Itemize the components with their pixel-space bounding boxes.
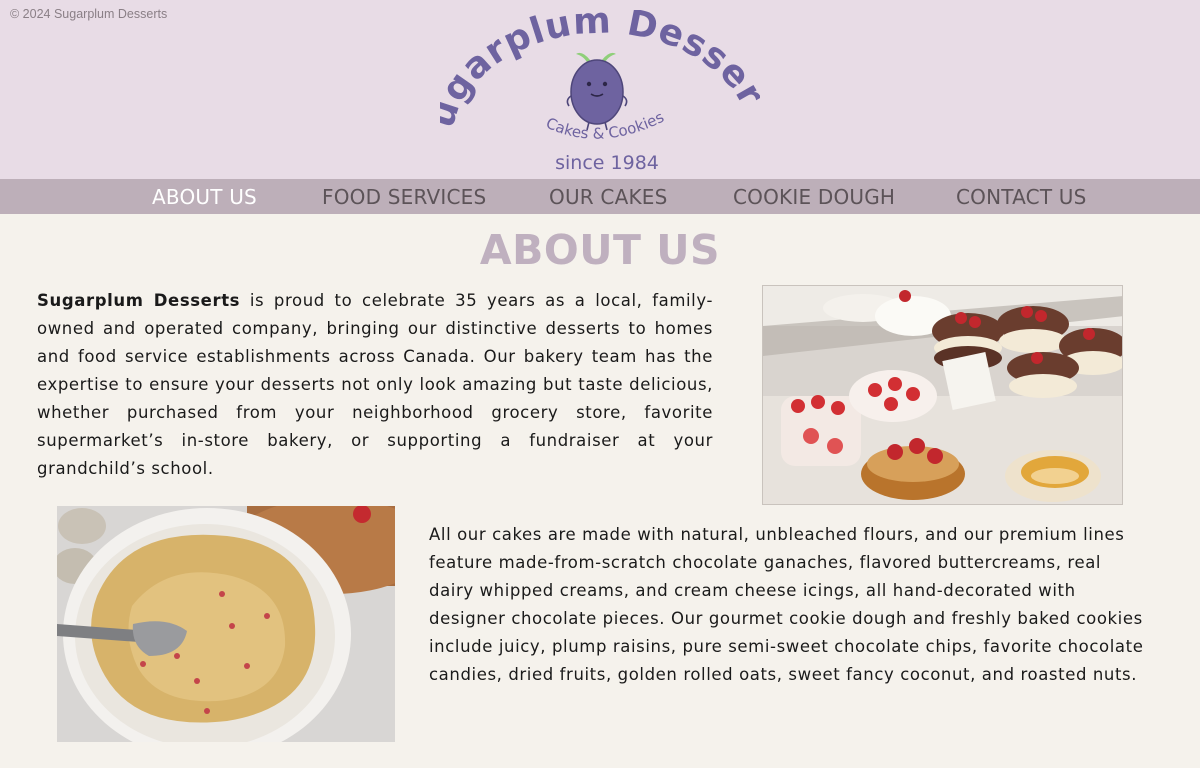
cake-display-case-photo (762, 285, 1123, 505)
intro-text: is proud to celebrate 35 years as a loca… (37, 291, 713, 478)
plum-mascot-icon (566, 52, 628, 131)
nav-item-about-us[interactable]: ABOUT US (152, 185, 257, 209)
cookie-dough-bowl-photo (57, 506, 395, 742)
nav-item-contact-us[interactable]: CONTACT US (956, 185, 1087, 209)
nav-item-food-services[interactable]: FOOD SERVICES (322, 185, 486, 209)
page-title: ABOUT US (479, 226, 721, 274)
since-text: since 1984 (555, 152, 659, 174)
nav-item-cookie-dough[interactable]: COOKIE DOUGH (733, 185, 895, 209)
main-nav: ABOUT US FOOD SERVICES OUR CAKES COOKIE … (0, 179, 1200, 214)
site-header: © 2024 Sugarplum Desserts Sugarplum Dess… (0, 0, 1200, 179)
intro-brand-name: Sugarplum Desserts (37, 291, 241, 310)
copyright-text: © 2024 Sugarplum Desserts (10, 7, 168, 21)
intro-paragraph: Sugarplum Desserts is proud to celebrate… (37, 287, 713, 483)
body-paragraph: All our cakes are made with natural, unb… (429, 525, 1144, 684)
nav-item-our-cakes[interactable]: OUR CAKES (549, 185, 668, 209)
